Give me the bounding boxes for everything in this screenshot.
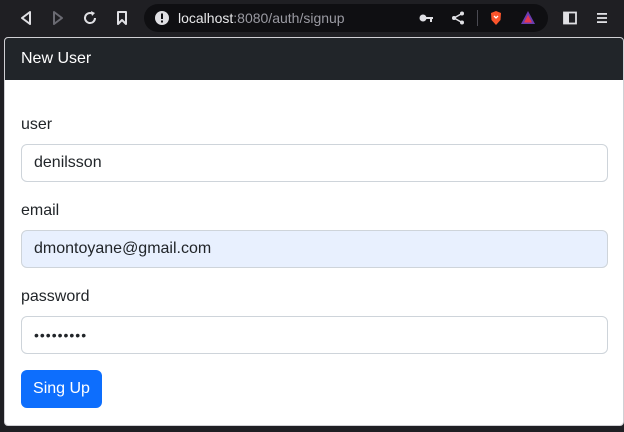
url-path: :8080/auth/signup	[233, 10, 345, 26]
url-separator	[477, 10, 478, 26]
bookmark-button[interactable]	[112, 8, 132, 28]
url-host: localhost	[178, 10, 234, 26]
back-button[interactable]	[16, 8, 36, 28]
arrow-right-icon	[53, 11, 63, 25]
address-bar[interactable]: localhost:8080/auth/signup	[144, 4, 548, 32]
email-input[interactable]: dmontoyane@gmail.com	[21, 230, 608, 268]
reload-button[interactable]	[80, 8, 100, 28]
url-text[interactable]: localhost:8080/auth/signup	[178, 10, 345, 26]
forward-button[interactable]	[48, 8, 68, 28]
email-label: email	[21, 202, 60, 219]
sidebar-icon	[563, 11, 577, 25]
page-content: New User user denilsson email dmontoyane…	[4, 37, 624, 426]
card-header: New User	[5, 38, 623, 80]
menu-button[interactable]	[592, 8, 612, 28]
brave-shield-icon[interactable]	[488, 10, 504, 26]
browser-toolbar: localhost:8080/auth/signup	[0, 0, 624, 36]
key-icon[interactable]	[418, 10, 434, 26]
bookmark-icon	[117, 11, 127, 25]
bottom-frame	[0, 426, 624, 432]
info-icon[interactable]	[154, 10, 170, 26]
user-input[interactable]: denilsson	[21, 144, 608, 182]
brave-rewards-icon[interactable]	[520, 10, 536, 26]
sign-up-button[interactable]: Sing Up	[21, 370, 102, 408]
password-label: password	[21, 288, 90, 305]
reload-icon	[84, 11, 97, 24]
share-icon[interactable]	[450, 10, 466, 26]
arrow-left-icon	[21, 11, 31, 25]
user-label: user	[21, 116, 53, 133]
menu-icon	[597, 13, 607, 23]
sidebar-button[interactable]	[560, 8, 580, 28]
password-input[interactable]: •••••••••	[21, 316, 608, 354]
